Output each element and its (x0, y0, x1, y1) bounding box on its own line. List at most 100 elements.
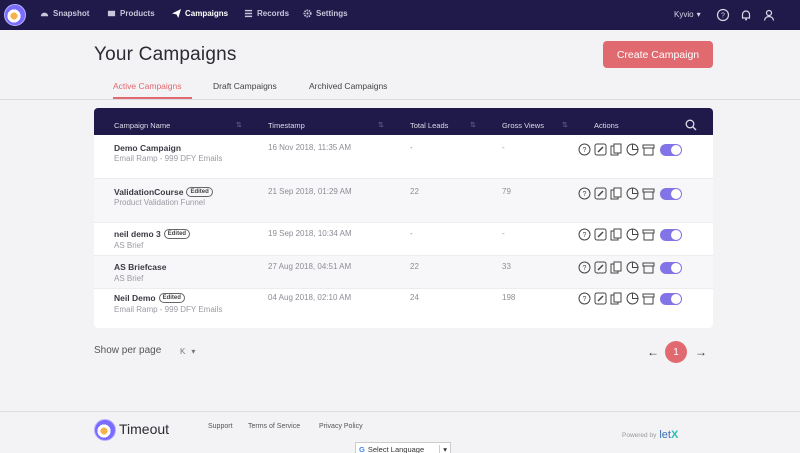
row-actions: ? (578, 228, 682, 241)
campaign-name[interactable]: ValidationCourse Edited (114, 187, 213, 197)
sort-icon[interactable]: ⇅ (562, 121, 568, 129)
leads-cell: - (410, 143, 413, 152)
row-actions: ? (578, 187, 682, 200)
copy-icon[interactable] (610, 143, 623, 156)
top-nav: Snapshot Products Campaigns Records Sett… (0, 0, 800, 30)
pie-chart-icon[interactable] (626, 228, 639, 241)
column-header-timestamp[interactable]: Timestamp (268, 121, 305, 130)
timestamp-cell: 21 Sep 2018, 01:29 AM (268, 187, 352, 196)
campaign-name[interactable]: Demo Campaign (114, 143, 181, 153)
gauge-icon (40, 12, 49, 17)
copy-icon[interactable] (610, 261, 623, 274)
powered-by-label: Powered by (622, 431, 657, 439)
active-toggle[interactable] (660, 261, 682, 274)
powered-by: Powered by letX (622, 429, 678, 441)
table-row: AS Briefcase AS Brief 27 Aug 2018, 04:51… (94, 256, 713, 289)
pie-chart-icon[interactable] (626, 187, 639, 200)
footer-link-privacy[interactable]: Privacy Policy (319, 423, 363, 430)
copy-icon[interactable] (610, 228, 623, 241)
nav-item-settings[interactable]: Settings (303, 9, 348, 18)
nav-item-campaigns[interactable]: Campaigns (172, 9, 228, 18)
edited-badge: Edited (158, 293, 185, 303)
active-toggle[interactable] (660, 143, 682, 156)
campaign-name[interactable]: neil demo 3 Edited (114, 229, 191, 239)
prev-page-arrow-icon[interactable]: ← (647, 345, 659, 359)
nav-item-products[interactable]: Products (107, 9, 155, 18)
pie-chart-icon[interactable] (626, 292, 639, 305)
sort-icon[interactable]: ⇅ (236, 121, 242, 129)
campaign-name[interactable]: AS Briefcase (114, 262, 166, 272)
table-row: Demo Campaign Email Ramp - 999 DFY Email… (94, 135, 713, 179)
footer-link-support[interactable]: Support (208, 423, 233, 430)
archive-icon[interactable] (642, 187, 655, 200)
user-menu[interactable]: Kyvio ▾ (674, 10, 701, 19)
box-icon (107, 10, 116, 17)
nav-item-snapshot[interactable]: Snapshot (40, 9, 89, 18)
sort-icon[interactable]: ⇅ (470, 121, 476, 129)
views-cell: 33 (502, 262, 511, 271)
footer-link-terms[interactable]: Terms of Service (248, 423, 300, 430)
svg-text:?: ? (583, 147, 587, 154)
list-icon (244, 9, 253, 18)
column-header-campaign-name[interactable]: Campaign Name (114, 121, 170, 130)
archive-icon[interactable] (642, 292, 655, 305)
edit-icon[interactable] (594, 187, 607, 200)
user-icon[interactable] (762, 8, 776, 22)
sort-icon[interactable]: ⇅ (378, 121, 384, 129)
leads-cell: 22 (410, 187, 419, 196)
table-row: ValidationCourse Edited Product Validatio… (94, 179, 713, 223)
next-page-arrow-icon[interactable]: → (695, 345, 707, 359)
edited-badge: Edited (163, 229, 191, 239)
column-header-total-leads[interactable]: Total Leads (410, 121, 448, 130)
help-icon[interactable]: ? (578, 187, 591, 200)
nav-label: Snapshot (53, 9, 90, 18)
row-actions: ? (578, 292, 682, 305)
edit-icon[interactable] (594, 292, 607, 305)
nav-item-records[interactable]: Records (244, 9, 289, 18)
tab-draft-campaigns[interactable]: Draft Campaigns (213, 81, 277, 91)
archive-icon[interactable] (642, 228, 655, 241)
app-logo[interactable] (4, 4, 26, 26)
pie-chart-icon[interactable] (626, 143, 639, 156)
help-icon[interactable]: ? (578, 228, 591, 241)
help-icon[interactable]: ? (716, 8, 730, 22)
help-icon[interactable]: ? (578, 143, 591, 156)
campaign-name[interactable]: Neil Demo Edited (114, 293, 185, 303)
edit-icon[interactable] (594, 228, 607, 241)
views-cell: - (502, 143, 505, 152)
campaign-name-text: ValidationCourse (114, 187, 184, 197)
per-page-select[interactable]: K ▾ (180, 347, 195, 356)
create-campaign-button[interactable]: Create Campaign (603, 41, 713, 68)
svg-text:?: ? (583, 191, 587, 198)
chevron-down-icon: ▾ (439, 444, 450, 453)
active-tab-indicator (113, 97, 192, 99)
edit-icon[interactable] (594, 143, 607, 156)
page-number-current[interactable]: 1 (665, 341, 687, 363)
views-cell: 198 (502, 293, 516, 302)
active-toggle[interactable] (660, 292, 682, 305)
campaign-name-text: neil demo 3 (114, 229, 161, 239)
active-toggle[interactable] (660, 187, 682, 200)
table-row: neil demo 3 Edited AS Brief 19 Sep 2018, … (94, 223, 713, 256)
row-actions: ? (578, 143, 682, 156)
svg-text:?: ? (583, 232, 587, 239)
tab-active-campaigns[interactable]: Active Campaigns (113, 81, 182, 91)
table-header: Campaign Name ⇅ Timestamp ⇅ Total Leads … (94, 108, 713, 135)
help-icon[interactable]: ? (578, 261, 591, 274)
help-icon[interactable]: ? (578, 292, 591, 305)
column-header-gross-views[interactable]: Gross Views (502, 121, 544, 130)
tab-archived-campaigns[interactable]: Archived Campaigns (309, 81, 387, 91)
bell-icon[interactable] (739, 8, 753, 22)
language-select[interactable]: G Select Language ▾ (355, 442, 451, 453)
copy-icon[interactable] (610, 187, 623, 200)
pie-chart-icon[interactable] (626, 261, 639, 274)
campaign-subtitle: Product Validation Funnel (114, 198, 206, 207)
archive-icon[interactable] (642, 261, 655, 274)
row-actions: ? (578, 261, 682, 274)
edit-icon[interactable] (594, 261, 607, 274)
search-icon[interactable] (685, 119, 697, 131)
copy-icon[interactable] (610, 292, 623, 305)
language-label: Select Language (367, 444, 425, 453)
active-toggle[interactable] (660, 228, 682, 241)
archive-icon[interactable] (642, 143, 655, 156)
